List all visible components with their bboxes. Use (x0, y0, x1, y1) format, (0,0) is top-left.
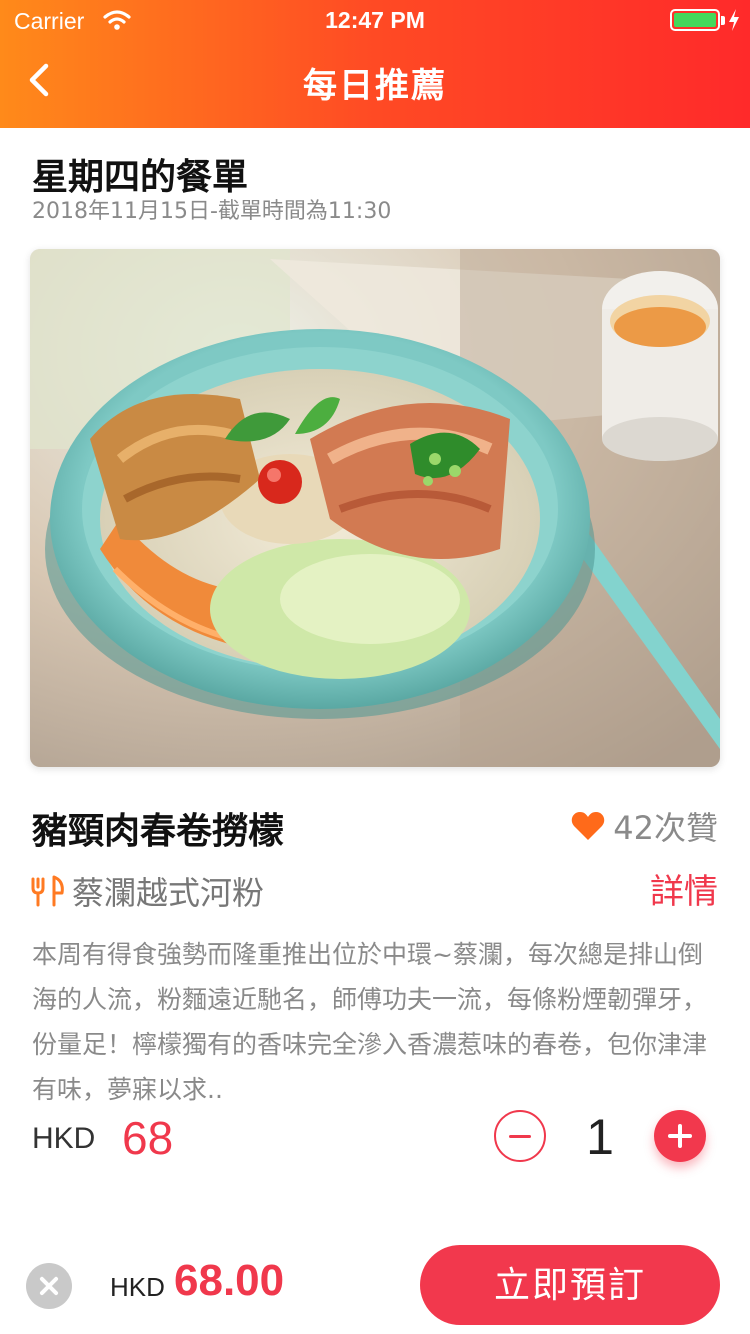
order-now-button[interactable]: 立即預訂 (420, 1245, 720, 1325)
dish-name: 豬頸肉春卷撈檬 (32, 811, 285, 852)
likes-count: 42次贊 (613, 809, 718, 847)
likes-button[interactable]: 42次贊 (571, 806, 718, 847)
price-currency: HKD (32, 1122, 96, 1155)
battery-cap (721, 16, 725, 25)
decrease-quantity-button[interactable] (494, 1110, 546, 1162)
total-currency: HKD (110, 1272, 165, 1302)
increase-quantity-button[interactable] (654, 1110, 706, 1162)
clock: 12:47 PM (325, 7, 425, 33)
utensils-icon (31, 875, 64, 907)
restaurant-link[interactable]: 蔡瀾越式河粉 (28, 868, 264, 914)
battery-icon (670, 9, 720, 31)
heart-icon (572, 812, 605, 840)
restaurant-name: 蔡瀾越式河粉 (72, 874, 265, 912)
price-value: 68 (122, 1112, 174, 1164)
bottom-bar: HKD 68.00 立即預訂 (0, 1222, 750, 1334)
charging-bolt-icon (729, 9, 739, 31)
close-icon[interactable] (26, 1263, 72, 1309)
details-link[interactable]: 詳情 (650, 864, 718, 913)
dish-description: 本周有得食強勢而隆重推出位於中環~蔡瀾，每次總是排山倒海的人流，粉麵遠近馳名，師… (32, 940, 708, 1104)
quantity-value: 1 (586, 1109, 614, 1165)
total-price: 68.00 (174, 1256, 285, 1305)
status-bar: Carrier 12:47 PM (0, 0, 750, 40)
menu-subtitle: 2018年11月15日-截單時間為11:30 (32, 199, 392, 224)
header: Carrier 12:47 PM 每日推薦 (0, 0, 750, 128)
dish-photo (30, 249, 720, 767)
battery-level (674, 13, 716, 27)
page-title: 每日推薦 (303, 66, 447, 106)
page: Carrier 12:47 PM 每日推薦 星期四的餐單 2018年11月15日… (0, 0, 750, 1334)
